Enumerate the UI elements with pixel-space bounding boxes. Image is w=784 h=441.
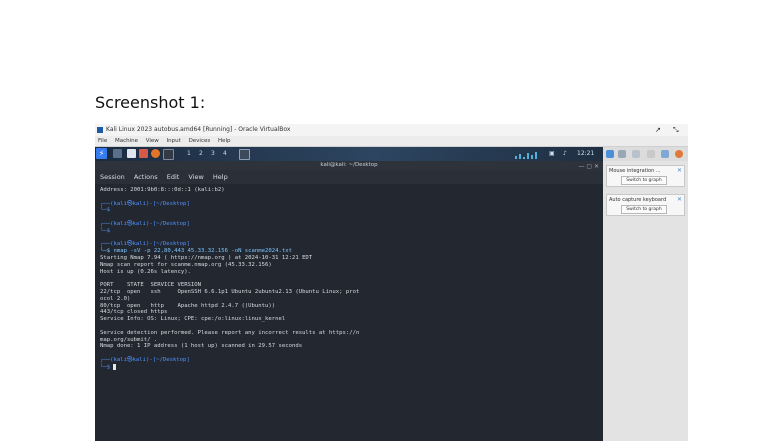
terminal-line: Host is up (0.26s latency).: [100, 268, 191, 275]
vb-menu-machine[interactable]: Machine: [115, 138, 138, 144]
terminal-line: └─$: [100, 363, 600, 371]
terminal-line: Service detection performed. Please repo…: [100, 329, 360, 336]
term-menu-view[interactable]: View: [188, 173, 203, 181]
terminal-menu-bar: Session Actions Edit View Help: [95, 170, 603, 184]
term-menu-help[interactable]: Help: [213, 173, 228, 181]
vb-menu-file[interactable]: File: [98, 138, 107, 144]
virtualbox-window: Kali Linux 2023 autobus.amd64 [Running] …: [95, 124, 688, 441]
vb-menu-devices[interactable]: Devices: [189, 138, 211, 144]
shared-folder-icon[interactable]: [647, 150, 655, 158]
workspace-4[interactable]: 4: [223, 149, 227, 159]
switch-button[interactable]: Switch to graph: [621, 205, 667, 214]
screenshot-caption: Screenshot 1:: [95, 93, 206, 112]
notification-title: Mouse integration ...: [609, 168, 661, 174]
network-icon[interactable]: ▣: [549, 149, 555, 159]
text-editor-icon[interactable]: [139, 149, 148, 158]
terminal-window[interactable]: kali@kali: ~/Desktop — ▢ ✕ Session Actio…: [95, 161, 603, 441]
clock-text[interactable]: 12:21: [577, 149, 594, 159]
terminal-line: ┌──(kali㉿kali)-[~/Desktop]: [100, 220, 190, 227]
firefox-icon[interactable]: [151, 149, 160, 158]
kali-top-panel: ⚡ 1 2 3 4 ▣ ♪ 12:21: [95, 147, 603, 161]
terminal-line: ┌──(kali㉿kali)-[~/Desktop]: [100, 200, 190, 207]
terminal-title: kali@kali: ~/Desktop: [320, 162, 378, 168]
terminal-line: └─$: [100, 207, 111, 214]
terminal-line: ┌──(kali㉿kali)-[~/Desktop]: [100, 356, 190, 363]
terminal-line: PORT STATE SERVICE VERSION: [100, 282, 202, 289]
terminal-line: Service Info: OS: Linux; CPE: cpe:/o:lin…: [100, 316, 286, 323]
terminal-line: Nmap scan report for scanme.nmap.org (45…: [100, 261, 272, 268]
term-menu-session[interactable]: Session: [100, 173, 125, 181]
pin-icon[interactable]: ↗: [655, 124, 661, 136]
resize-icon[interactable]: ⤡: [673, 124, 679, 136]
notification-title: Auto capture keyboard: [609, 197, 667, 203]
vb-menu-help[interactable]: Help: [218, 138, 231, 144]
terminal-line: Address: 2001:9b0:8:::0d::1 (kali:b2): [100, 187, 225, 193]
switch-button[interactable]: Switch to graph: [621, 176, 667, 185]
show-desktop-icon[interactable]: [113, 149, 122, 158]
vb-menu-input[interactable]: Input: [167, 138, 181, 144]
display-icon[interactable]: [618, 150, 626, 158]
terminal-launcher-icon[interactable]: [163, 149, 174, 160]
terminal-line: Nmap done: 1 IP address (1 host up) scan…: [100, 343, 303, 350]
terminal-line: 80/tcp open http Apache httpd 2.4.7 ((Ub…: [100, 302, 276, 309]
terminal-cursor: [113, 363, 117, 370]
vb-window-title: Kali Linux 2023 autobus.amd64 [Running] …: [106, 126, 291, 133]
terminal-line: ocol 2.0): [100, 295, 131, 302]
terminal-line: 443/tcp closed https: [100, 309, 168, 316]
close-icon[interactable]: ✕: [677, 196, 682, 203]
notification-card-mouse: Mouse integration ... ✕ Switch to graph: [606, 165, 685, 187]
vb-side-panel: Mouse integration ... ✕ Switch to graph …: [603, 147, 688, 441]
terminal-line: 22/tcp open ssh OpenSSH 6.6.1p1 Ubuntu 2…: [100, 288, 360, 295]
notification-icon[interactable]: [675, 150, 683, 158]
virtualbox-logo-icon: [97, 127, 103, 133]
term-menu-edit[interactable]: Edit: [167, 173, 180, 181]
vb-menu-bar: File Machine View Input Devices Help: [95, 136, 688, 147]
kali-desktop: ⚡ 1 2 3 4 ▣ ♪ 12:21 kali@kali: ~/Desktop…: [95, 147, 603, 441]
file-manager-icon[interactable]: [127, 149, 136, 158]
mouse-icon[interactable]: [661, 150, 669, 158]
terminal-output[interactable]: Address: 2001:9b0:8:::0d::1 (kali:b2)┌──…: [100, 187, 600, 371]
vb-menu-view[interactable]: View: [146, 138, 159, 144]
terminal-line: Starting Nmap 7.94 ( https://nmap.org ) …: [100, 254, 313, 261]
terminal-task-icon[interactable]: [239, 149, 250, 160]
workspace-2[interactable]: 2: [199, 149, 203, 159]
terminal-line: └─$: [100, 227, 111, 234]
kali-menu-icon[interactable]: ⚡: [96, 148, 107, 159]
bell-icon[interactable]: ♪: [563, 149, 567, 159]
vb-status-icons: [603, 147, 688, 161]
workspace-1[interactable]: 1: [187, 149, 191, 159]
workspace-3[interactable]: 3: [211, 149, 215, 159]
term-menu-actions[interactable]: Actions: [134, 173, 158, 181]
usb-icon[interactable]: [632, 150, 640, 158]
info-icon[interactable]: [606, 150, 614, 158]
vb-title-bar: Kali Linux 2023 autobus.amd64 [Running] …: [95, 124, 688, 136]
cpu-graph-icon: [515, 151, 541, 159]
terminal-line: map.org/submit/ .: [100, 336, 158, 343]
close-icon[interactable]: ✕: [677, 167, 682, 174]
terminal-line: └─$ nmap -sV -p 22,80,443 45.33.32.156 -…: [100, 248, 292, 255]
notification-card-keyboard: Auto capture keyboard ✕ Switch to graph: [606, 194, 685, 216]
terminal-title-bar: kali@kali: ~/Desktop — ▢ ✕: [95, 161, 603, 170]
